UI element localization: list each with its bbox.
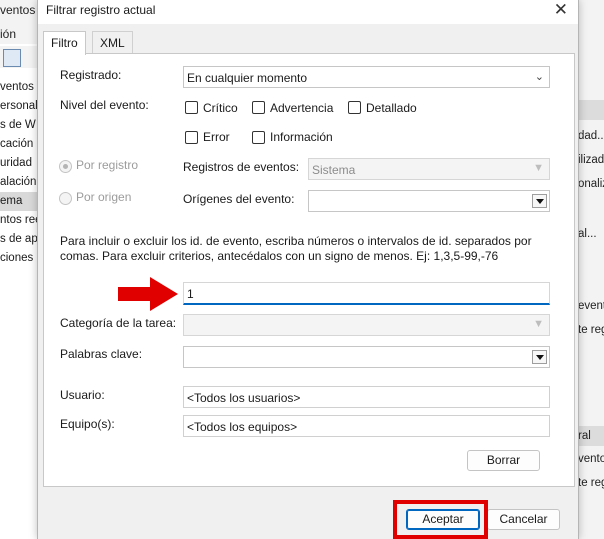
registered-dropdown[interactable]: En cualquier momento ⌄ [183, 66, 550, 88]
critical-label: Crítico [203, 101, 238, 115]
action-item[interactable]: ilizad [578, 154, 604, 166]
tree-item[interactable]: ventos (l [0, 78, 38, 97]
action-item[interactable]: vento [578, 453, 604, 465]
tree-item[interactable]: s de W [0, 116, 38, 135]
tree-item[interactable]: ntos ree [0, 211, 38, 230]
by-source-radio[interactable] [59, 192, 72, 205]
verbose-checkbox[interactable] [348, 101, 361, 114]
background-menubar: ventos ión [0, 0, 38, 44]
dropdown-arrow-icon[interactable] [532, 194, 547, 208]
action-item[interactable]: te reg [578, 477, 604, 489]
warning-label: Advertencia [270, 101, 334, 115]
computer-input[interactable]: <Todos los equipos> [183, 415, 550, 437]
event-tree: ventos (l ersonal s de W cación uridad a… [0, 78, 38, 268]
event-id-input[interactable]: 1 [183, 282, 550, 305]
task-category-dropdown[interactable]: ▼ [183, 314, 550, 336]
menu-item-events[interactable]: ventos [0, 3, 35, 17]
by-log-radio[interactable] [59, 160, 72, 173]
event-logs-dropdown[interactable]: Sistema ▼ [308, 158, 550, 180]
event-logs-value: Sistema [312, 163, 356, 177]
highlight-box [393, 500, 488, 539]
user-label: Usuario: [60, 388, 105, 402]
by-log-label: Por registro [76, 158, 139, 172]
actions-pane: dad... ilizad onaliz al... event te reg … [578, 0, 604, 539]
tree-item[interactable]: s de ap [0, 230, 38, 249]
action-item[interactable]: onaliz [578, 178, 604, 190]
background-toolbar [0, 46, 38, 68]
chevron-down-icon: ▼ [533, 318, 544, 330]
event-sources-label: Orígenes del evento: [183, 192, 295, 206]
dialog-title: Filtrar registro actual [46, 3, 156, 17]
user-value: <Todos los usuarios> [187, 391, 301, 405]
warning-checkbox[interactable] [252, 101, 265, 114]
registered-label: Registrado: [60, 68, 122, 82]
background-window-left: ventos ión ventos (l ersonal s de W caci… [0, 0, 38, 539]
action-item[interactable]: ral [578, 430, 604, 442]
dropdown-arrow-icon[interactable] [532, 350, 547, 364]
registered-value: En cualquier momento [187, 71, 308, 85]
keywords-label: Palabras clave: [60, 347, 143, 361]
close-icon[interactable]: ✕ [554, 0, 568, 20]
action-item[interactable]: al... [578, 228, 604, 240]
user-input[interactable]: <Todos los usuarios> [183, 386, 550, 408]
dialog-titlebar: Filtrar registro actual ✕ [38, 0, 578, 24]
information-checkbox[interactable] [252, 131, 265, 144]
toolbar-window-icon[interactable] [3, 49, 21, 67]
tree-item[interactable]: cación [0, 135, 38, 154]
chevron-down-icon: ⌄ [534, 71, 544, 83]
tab-filter[interactable]: Filtro [43, 31, 86, 55]
by-source-label: Por origen [76, 190, 132, 204]
tree-item[interactable]: ersonal [0, 97, 38, 116]
clear-button[interactable]: Borrar [467, 450, 540, 471]
event-logs-label: Registros de eventos: [183, 160, 300, 174]
error-label: Error [203, 130, 230, 144]
task-category-label: Categoría de la tarea: [60, 316, 177, 330]
tree-item[interactable]: uridad [0, 154, 38, 173]
computer-label: Equipo(s): [60, 417, 115, 431]
tab-xml[interactable]: XML [92, 31, 133, 54]
tree-item[interactable]: ciones [0, 249, 38, 268]
error-checkbox[interactable] [185, 131, 198, 144]
cancel-button[interactable]: Cancelar [487, 509, 560, 530]
tree-item-selected[interactable]: ema [0, 192, 38, 211]
computer-value: <Todos los equipos> [187, 420, 298, 434]
tree-item[interactable]: alación [0, 173, 38, 192]
critical-checkbox[interactable] [185, 101, 198, 114]
actions-section-header [578, 100, 604, 120]
action-item[interactable]: dad... [578, 130, 604, 142]
action-item[interactable]: event [578, 300, 604, 312]
event-id-help-line2: comas. Para excluir criterios, antecédal… [60, 249, 499, 263]
keywords-dropdown[interactable] [183, 346, 550, 368]
filter-dialog: Filtrar registro actual ✕ Filtro XML Reg… [37, 0, 579, 539]
chevron-down-icon: ▼ [533, 162, 544, 174]
event-sources-dropdown[interactable] [308, 190, 550, 212]
event-id-help-line1: Para incluir o excluir los id. de evento… [60, 234, 532, 248]
event-level-label: Nivel del evento: [60, 98, 149, 112]
event-id-value: 1 [187, 287, 194, 301]
menu-item-action[interactable]: ión [0, 27, 16, 41]
information-label: Información [270, 130, 333, 144]
action-item[interactable]: te reg [578, 324, 604, 336]
red-arrow-icon [118, 277, 178, 311]
verbose-label: Detallado [366, 101, 417, 115]
filter-panel: Registrado: En cualquier momento ⌄ Nivel… [43, 53, 575, 487]
